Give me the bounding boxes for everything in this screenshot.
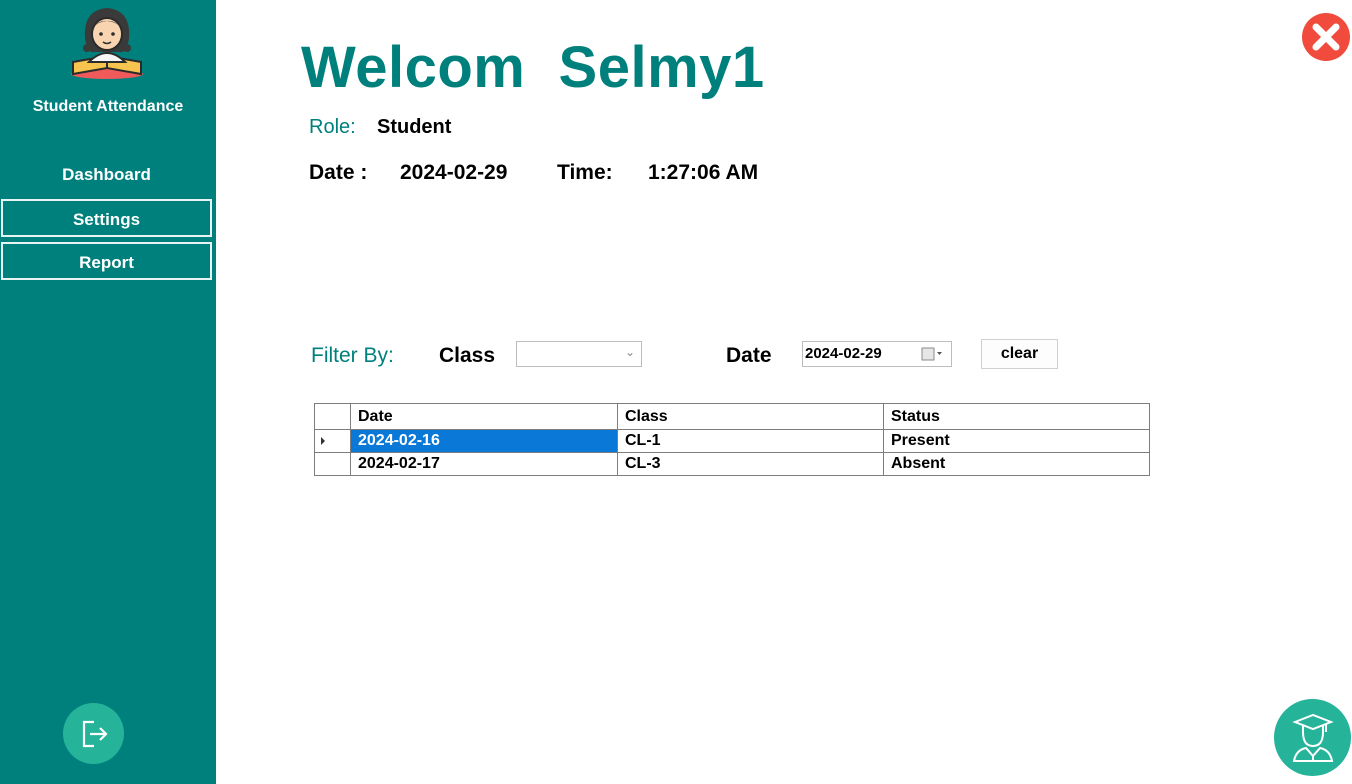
role-label: Role: (309, 116, 356, 138)
row-selector[interactable] (314, 452, 351, 476)
column-header-status[interactable]: Status (883, 403, 1150, 430)
sidebar: Student Attendance Dashboard Settings Re… (0, 0, 216, 784)
table-cell-class[interactable]: CL-3 (617, 452, 884, 476)
class-select[interactable]: ⌄ (516, 341, 642, 367)
class-filter-label: Class (439, 344, 496, 367)
close-icon (1302, 13, 1350, 61)
column-header-class[interactable]: Class (617, 403, 884, 430)
sidebar-item-settings[interactable]: Settings (1, 199, 212, 237)
table-row[interactable]: 2024-02-17 CL-3 Absent (314, 452, 1150, 476)
date-picker[interactable]: 2024-02-29 (802, 341, 952, 367)
table-row[interactable]: 2024-02-16 CL-1 Present (314, 429, 1150, 453)
table-cell-status[interactable]: Absent (883, 452, 1150, 476)
current-row-arrow-icon (321, 437, 325, 445)
sidebar-item-report[interactable]: Report (1, 242, 212, 280)
table-cell-date[interactable]: 2024-02-17 (350, 452, 618, 476)
time-label: Time: (557, 161, 613, 184)
time-value: 1:27:06 AM (648, 161, 759, 184)
chevron-down-icon: ⌄ (624, 345, 635, 359)
sidebar-item-dashboard[interactable]: Dashboard (1, 156, 212, 194)
sidebar-item-label: Settings (72, 210, 141, 229)
table-header-row: Date Class Status (314, 403, 1150, 430)
date-picker-value: 2024-02-29 (805, 345, 882, 362)
clear-button[interactable]: clear (981, 339, 1058, 369)
sidebar-item-label: Report (79, 253, 134, 272)
role-value: Student (377, 116, 452, 138)
filter-label: Filter By: (311, 344, 394, 367)
table-cell-status[interactable]: Present (883, 429, 1150, 453)
column-header-date[interactable]: Date (350, 403, 618, 430)
attendance-table: Date Class Status 2024-02-16 CL-1 Presen… (314, 403, 1150, 476)
graduate-user-icon (1292, 713, 1334, 762)
profile-button[interactable] (1274, 699, 1351, 776)
row-selector[interactable] (314, 429, 351, 453)
welcome-heading: Welcom Selmy1 (301, 35, 765, 100)
logout-button[interactable] (63, 703, 124, 764)
student-reading-icon (67, 4, 147, 84)
date-value: 2024-02-29 (400, 161, 508, 184)
row-header-corner (314, 403, 351, 430)
table-cell-class[interactable]: CL-1 (617, 429, 884, 453)
table-cell-date[interactable]: 2024-02-16 (350, 429, 618, 453)
calendar-icon[interactable] (921, 347, 943, 361)
logout-icon (82, 720, 108, 748)
app-title: Student Attendance (32, 98, 184, 115)
sidebar-item-label: Dashboard (62, 165, 151, 184)
date-filter-label: Date (726, 344, 772, 367)
date-label: Date : (309, 161, 368, 184)
close-button[interactable] (1302, 13, 1350, 61)
